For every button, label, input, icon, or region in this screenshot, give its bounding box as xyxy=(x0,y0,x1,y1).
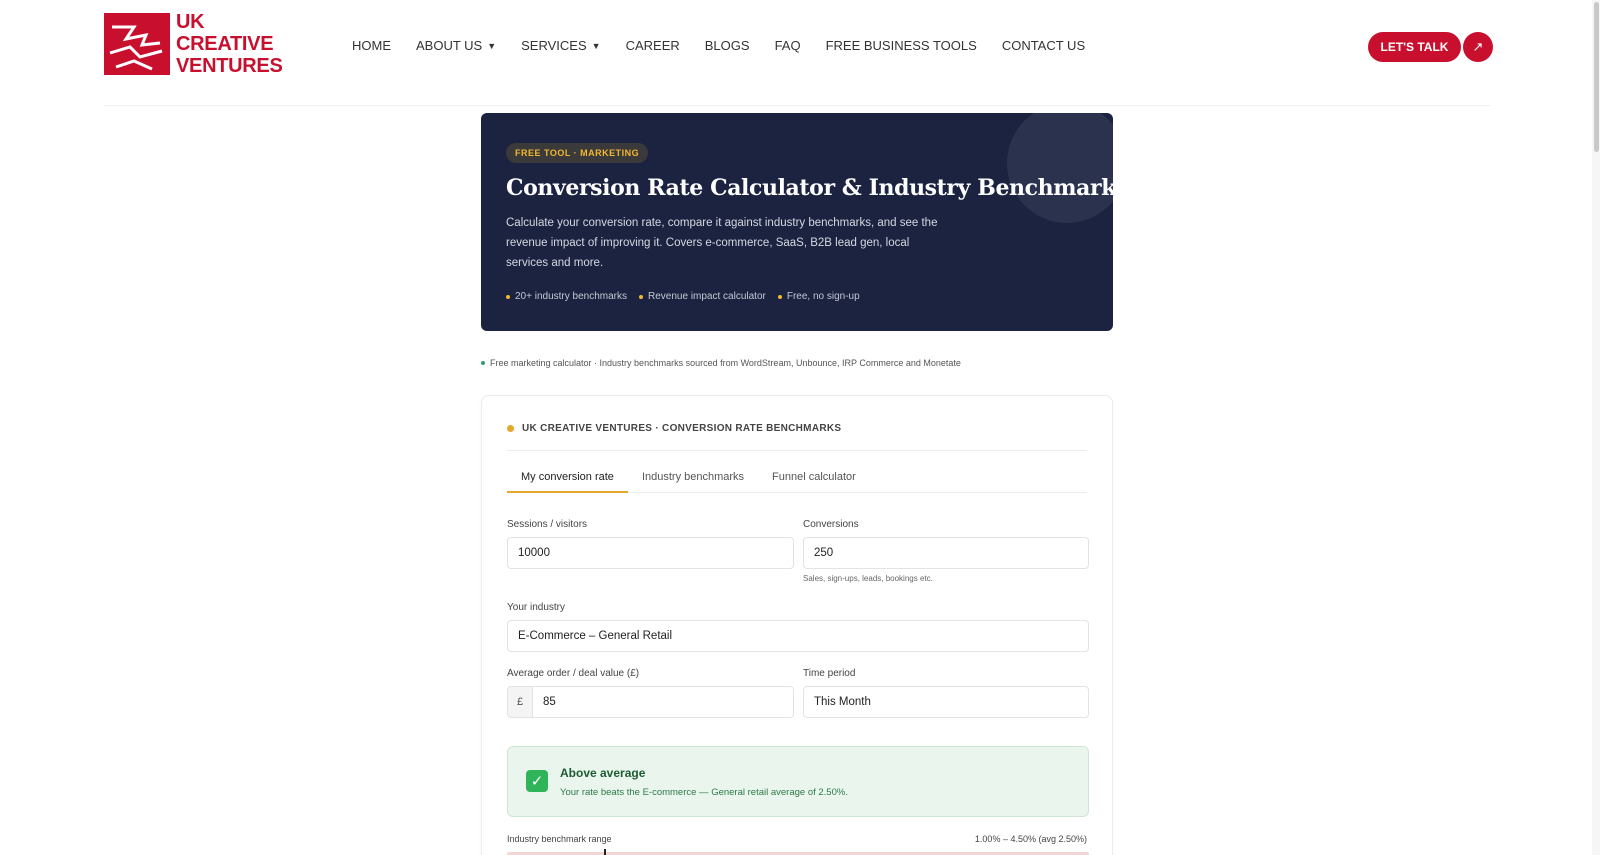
bullet-dot-icon xyxy=(639,294,644,299)
header-divider xyxy=(104,105,1490,106)
brand-line-1: UK xyxy=(176,11,205,33)
feature-label: Revenue impact calculator xyxy=(648,291,766,302)
tab-funnel-calculator[interactable]: Funnel calculator xyxy=(758,468,870,493)
hero-description: Calculate your conversion rate, compare … xyxy=(506,217,938,269)
nav-contact-us-label: CONTACT US xyxy=(1001,38,1086,53)
feature-item: Free, no sign-up xyxy=(777,291,860,302)
nav-blogs[interactable]: BLOGS xyxy=(705,38,750,53)
main-nav: HOME ABOUT US ▼ SERVICES ▼ CAREER BLOGS FA… xyxy=(352,38,1110,53)
bullet-dot-icon xyxy=(777,294,782,299)
status-dot-icon xyxy=(481,361,485,365)
chevron-down-icon: ▼ xyxy=(591,40,601,51)
industry-select[interactable]: E-Commerce – General Retail xyxy=(507,620,1089,652)
brand-name: UK CREATIVE VENTURES xyxy=(176,11,283,77)
nav-free-business-tools-label: FREE BUSINESS TOOLS xyxy=(825,38,977,53)
nav-faq[interactable]: FAQ xyxy=(775,38,801,53)
period-label: Time period xyxy=(803,668,856,679)
nav-career[interactable]: CAREER xyxy=(626,38,680,53)
brand-line-2: CREATIVE xyxy=(176,33,274,55)
nav-contact-us[interactable]: CONTACT US xyxy=(1002,38,1085,53)
conversions-label: Conversions xyxy=(803,519,859,530)
hero-badge: FREE TOOL · MARKETING xyxy=(506,143,649,163)
brand-line-3: VENTURES xyxy=(176,55,283,77)
nav-services-label: SERVICES xyxy=(521,38,587,53)
result-title: Above average xyxy=(560,766,646,780)
check-icon: ✓ xyxy=(526,770,548,792)
source-note-text: Free marketing calculator · Industry ben… xyxy=(490,358,961,368)
calculator-card: UK CREATIVE VENTURES · CONVERSION RATE B… xyxy=(481,395,1113,855)
result-banner: ✓ Above average Your rate beats the E-co… xyxy=(507,746,1089,817)
divider xyxy=(507,450,1087,451)
result-text: Your rate beats the E-commerce — General… xyxy=(560,787,848,798)
chevron-down-icon: ▼ xyxy=(487,40,497,51)
tab-industry-benchmarks[interactable]: Industry benchmarks xyxy=(628,468,758,493)
feature-label: Free, no sign-up xyxy=(786,291,860,302)
industry-label: Your industry xyxy=(507,602,565,613)
arrow-up-right-icon[interactable]: ↗ xyxy=(1463,32,1493,62)
lets-talk-cta: LET'S TALK ↗ xyxy=(1368,32,1493,62)
page-title: Conversion Rate Calculator & Industry Be… xyxy=(506,175,1113,201)
calculator-header-text: UK CREATIVE VENTURES · CONVERSION RATE B… xyxy=(522,423,842,434)
sessions-label: Sessions / visitors xyxy=(507,519,588,530)
nav-about-us[interactable]: ABOUT US ▼ xyxy=(416,38,496,53)
nav-home-label: HOME xyxy=(352,38,391,53)
site-header: UK CREATIVE VENTURES HOME ABOUT US ▼ SERV… xyxy=(0,0,1600,106)
conversions-input[interactable]: 250 xyxy=(803,537,1089,569)
bullet-dot-icon xyxy=(506,294,510,299)
nav-career-label: CAREER xyxy=(625,38,680,53)
tab-my-conversion-rate[interactable]: My conversion rate xyxy=(507,468,628,493)
feature-label: 20+ industry benchmarks xyxy=(515,291,628,302)
nav-blogs-label: BLOGS xyxy=(704,38,750,53)
nav-about-us-label: ABOUT US xyxy=(416,38,483,53)
scrollbar-thumb[interactable] xyxy=(1594,2,1599,152)
page-scrollbar[interactable] xyxy=(1592,0,1600,855)
benchmark-marker xyxy=(604,849,606,855)
feature-item: 20+ industry benchmarks xyxy=(506,291,627,302)
logo-mark-icon xyxy=(104,13,170,75)
currency-prefix: £ xyxy=(507,686,533,718)
calculator-header: UK CREATIVE VENTURES · CONVERSION RATE B… xyxy=(507,423,841,434)
benchmark-range: 1.00% – 4.50% (avg 2.50%) xyxy=(974,834,1087,844)
nav-free-business-tools[interactable]: FREE BUSINESS TOOLS xyxy=(826,38,977,53)
decorative-circle xyxy=(1007,113,1113,223)
nav-faq-label: FAQ xyxy=(774,38,801,53)
lets-talk-button[interactable]: LET'S TALK xyxy=(1368,32,1461,62)
benchmark-label: Industry benchmark range xyxy=(507,834,612,844)
order-value-input[interactable]: 85 xyxy=(532,686,794,718)
period-select[interactable]: This Month xyxy=(803,686,1089,718)
brand-logo[interactable]: UK CREATIVE VENTURES xyxy=(104,10,283,78)
conversions-hint: Sales, sign-ups, leads, bookings etc. xyxy=(803,574,933,583)
calculator-tabs: My conversion rate Industry benchmarks F… xyxy=(507,468,1087,493)
sessions-input[interactable]: 10000 xyxy=(507,537,794,569)
source-note: Free marketing calculator · Industry ben… xyxy=(481,358,961,368)
header-dot-icon xyxy=(507,425,514,432)
nav-home[interactable]: HOME xyxy=(352,38,391,53)
hero-banner: FREE TOOL · MARKETING Conversion Rate Ca… xyxy=(481,113,1113,331)
hero-features: 20+ industry benchmarks Revenue impact c… xyxy=(506,291,860,302)
order-value-label: Average order / deal value (£) xyxy=(507,668,640,679)
feature-item: Revenue impact calculator xyxy=(639,291,766,302)
nav-services[interactable]: SERVICES ▼ xyxy=(521,38,600,53)
